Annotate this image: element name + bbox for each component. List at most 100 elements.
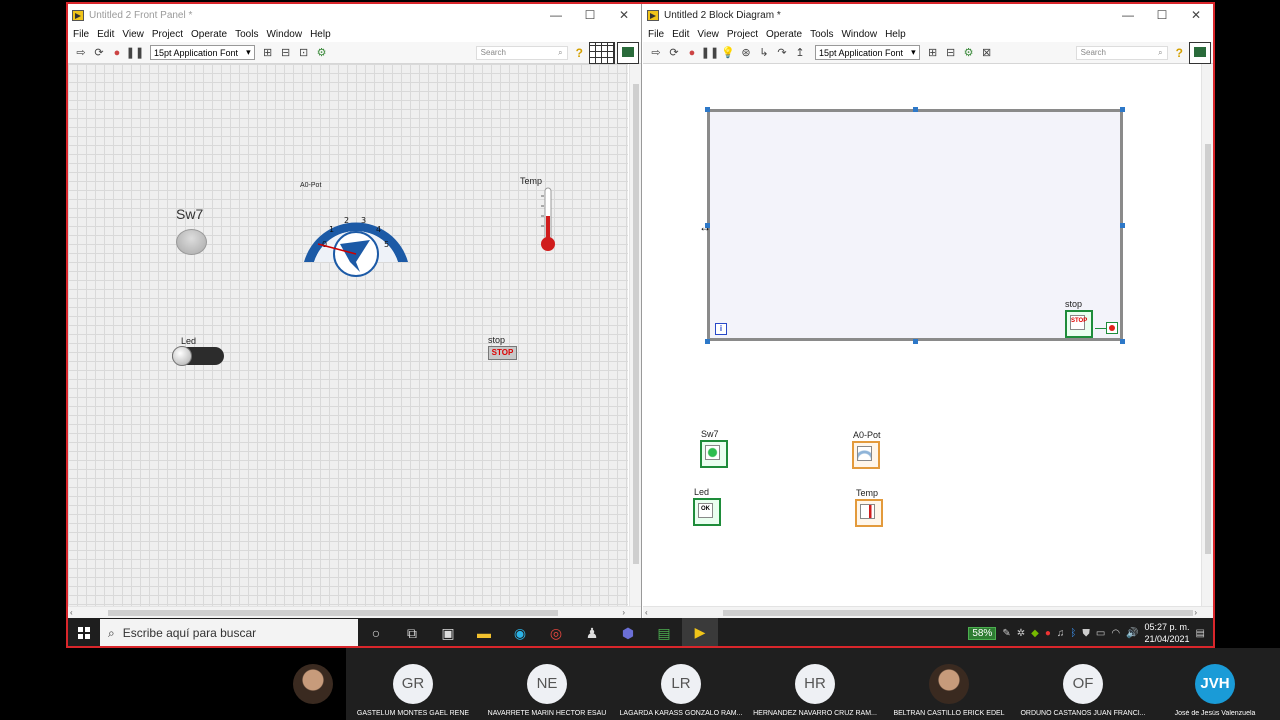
while-loop[interactable]: i stop STOP xyxy=(707,109,1123,341)
chrome-icon[interactable]: ◎ xyxy=(538,618,574,646)
fp-horizontal-scrollbar[interactable]: ‹ › xyxy=(68,606,641,618)
sw7-terminal[interactable] xyxy=(700,440,728,468)
start-button[interactable] xyxy=(68,618,100,646)
block-diagram-canvas[interactable]: i stop STOP ↔ Sw7 A0-Pot Led OK Temp xyxy=(643,64,1203,606)
distribute-icon[interactable]: ⊟ xyxy=(279,46,293,60)
fp-vscroll-thumb[interactable] xyxy=(633,84,639,564)
temp-terminal[interactable] xyxy=(855,499,883,527)
file-explorer-icon[interactable]: ▬ xyxy=(466,618,502,646)
participant-tile[interactable]: JVH José de Jesús Valenzuela xyxy=(1150,648,1280,720)
menu-window[interactable]: Window xyxy=(266,29,302,40)
task-view-icon[interactable]: ⧉ xyxy=(394,618,430,646)
fp-search-input[interactable]: Search ⌕ xyxy=(475,45,568,60)
menu-operate[interactable]: Operate xyxy=(191,29,227,40)
resize-handle[interactable] xyxy=(705,339,710,344)
step-into-icon[interactable]: ↳ xyxy=(757,46,771,60)
reorder-icon[interactable]: ⚙ xyxy=(962,46,976,60)
close-icon[interactable]: ✕ xyxy=(607,8,641,22)
align-icon[interactable]: ⊞ xyxy=(261,46,275,60)
menu-tools[interactable]: Tools xyxy=(810,29,833,40)
participant-tile[interactable]: HR HERNÁNDEZ NAVARRO CRUZ RAM... xyxy=(748,648,882,720)
shield-icon[interactable]: ⛊ xyxy=(1082,628,1090,639)
align-icon[interactable]: ⊞ xyxy=(926,46,940,60)
help-icon[interactable]: ? xyxy=(1176,46,1183,60)
reorder-icon[interactable]: ⚙ xyxy=(315,46,329,60)
bd-titlebar[interactable]: Untitled 2 Block Diagram * — ☐ ✕ xyxy=(643,4,1213,26)
bd-horizontal-scrollbar[interactable]: ‹ › xyxy=(643,606,1213,618)
toggle-knob[interactable] xyxy=(172,346,192,366)
close-icon[interactable]: ✕ xyxy=(1179,8,1213,22)
stop-terminal[interactable]: STOP xyxy=(1065,310,1093,338)
teams-icon[interactable]: ⬢ xyxy=(610,618,646,646)
menu-project[interactable]: Project xyxy=(152,29,183,40)
resize-handle[interactable] xyxy=(1120,339,1125,344)
scroll-right-icon[interactable]: › xyxy=(622,608,625,617)
help-icon[interactable]: ? xyxy=(576,46,583,60)
bd-search-input[interactable]: Search ⌕ xyxy=(1075,45,1168,60)
highlight-execution-icon[interactable]: 💡 xyxy=(721,46,735,60)
app-icon[interactable]: ▤ xyxy=(646,618,682,646)
font-dropdown[interactable]: 15pt Application Font ▾ xyxy=(150,45,255,60)
fp-titlebar[interactable]: Untitled 2 Front Panel * — ☐ ✕ xyxy=(68,4,641,26)
abort-icon[interactable]: ● xyxy=(110,46,124,60)
edge-icon[interactable]: ◉ xyxy=(502,618,538,646)
block-diagram-window[interactable]: Untitled 2 Block Diagram * — ☐ ✕ File Ed… xyxy=(643,4,1213,618)
clean-up-diagram-icon[interactable]: ⊠ xyxy=(980,46,994,60)
record-icon[interactable]: ● xyxy=(1045,628,1051,639)
bd-hscroll-thumb[interactable] xyxy=(723,610,1193,616)
menu-view[interactable]: View xyxy=(697,29,719,40)
resize-icon[interactable]: ⊡ xyxy=(297,46,311,60)
taskbar-search[interactable]: ⌕ Escribe aquí para buscar xyxy=(100,619,358,646)
tray-app-icon[interactable]: ✲ xyxy=(1017,628,1025,639)
step-out-icon[interactable]: ↥ xyxy=(793,46,807,60)
pen-icon[interactable]: ✎ xyxy=(1002,628,1010,639)
font-dropdown[interactable]: 15pt Application Font ▾ xyxy=(815,45,920,60)
stop-button[interactable]: STOP xyxy=(488,346,517,360)
participant-tile[interactable] xyxy=(276,648,346,720)
pause-icon[interactable]: ❚❚ xyxy=(701,46,719,60)
run-continuously-icon[interactable]: ⟳ xyxy=(92,46,106,60)
bd-vertical-scrollbar[interactable] xyxy=(1201,64,1213,606)
menu-help[interactable]: Help xyxy=(885,29,906,40)
front-panel-window[interactable]: Untitled 2 Front Panel * — ☐ ✕ File Edit… xyxy=(68,4,642,618)
vi-icon[interactable] xyxy=(1189,41,1211,64)
menu-file[interactable]: File xyxy=(73,29,89,40)
maximize-icon[interactable]: ☐ xyxy=(1145,8,1179,22)
participant-tile[interactable]: NE NAVARRETE MARIN HECTOR ESAU xyxy=(480,648,614,720)
menu-view[interactable]: View xyxy=(122,29,144,40)
menu-file[interactable]: File xyxy=(648,29,664,40)
menu-edit[interactable]: Edit xyxy=(97,29,114,40)
fp-vertical-scrollbar[interactable] xyxy=(629,64,641,606)
vi-icon[interactable] xyxy=(617,41,639,64)
connector-pane-icon[interactable] xyxy=(589,41,615,64)
led-terminal[interactable]: OK xyxy=(693,498,721,526)
bluetooth-icon[interactable]: ᛒ xyxy=(1070,628,1076,639)
resize-handle[interactable] xyxy=(913,107,918,112)
menu-window[interactable]: Window xyxy=(841,29,877,40)
led-toggle-switch[interactable] xyxy=(172,346,224,366)
maximize-icon[interactable]: ☐ xyxy=(573,8,607,22)
minimize-icon[interactable]: — xyxy=(539,8,573,22)
participant-tile[interactable]: OF ORDUÑO CASTAÑOS JUAN FRANCI... xyxy=(1016,648,1150,720)
loop-condition-terminal[interactable] xyxy=(1106,322,1118,334)
minimize-icon[interactable]: — xyxy=(1111,8,1145,22)
volume-icon[interactable]: 🔊 xyxy=(1126,628,1138,639)
menu-edit[interactable]: Edit xyxy=(672,29,689,40)
app-icon[interactable]: ♟ xyxy=(574,618,610,646)
retain-wire-values-icon[interactable]: ⊛ xyxy=(739,46,753,60)
menu-project[interactable]: Project xyxy=(727,29,758,40)
participant-tile[interactable]: LR LAGARDA KARASS GONZALO RAM... xyxy=(614,648,748,720)
nvidia-icon[interactable]: ◆ xyxy=(1031,628,1039,639)
abort-icon[interactable]: ● xyxy=(685,46,699,60)
resize-handle[interactable] xyxy=(705,107,710,112)
labview-taskbar-icon[interactable]: ▶ xyxy=(682,618,718,646)
a0-pot-terminal[interactable] xyxy=(852,441,880,469)
scroll-left-icon[interactable]: ‹ xyxy=(645,608,648,617)
battery-indicator[interactable]: 58% xyxy=(968,626,997,640)
cortana-icon[interactable]: ○ xyxy=(358,618,394,646)
menu-help[interactable]: Help xyxy=(310,29,331,40)
resize-handle[interactable] xyxy=(913,339,918,344)
notifications-icon[interactable]: ▤ xyxy=(1196,628,1205,639)
menu-tools[interactable]: Tools xyxy=(235,29,258,40)
run-continuously-icon[interactable]: ⟳ xyxy=(667,46,681,60)
